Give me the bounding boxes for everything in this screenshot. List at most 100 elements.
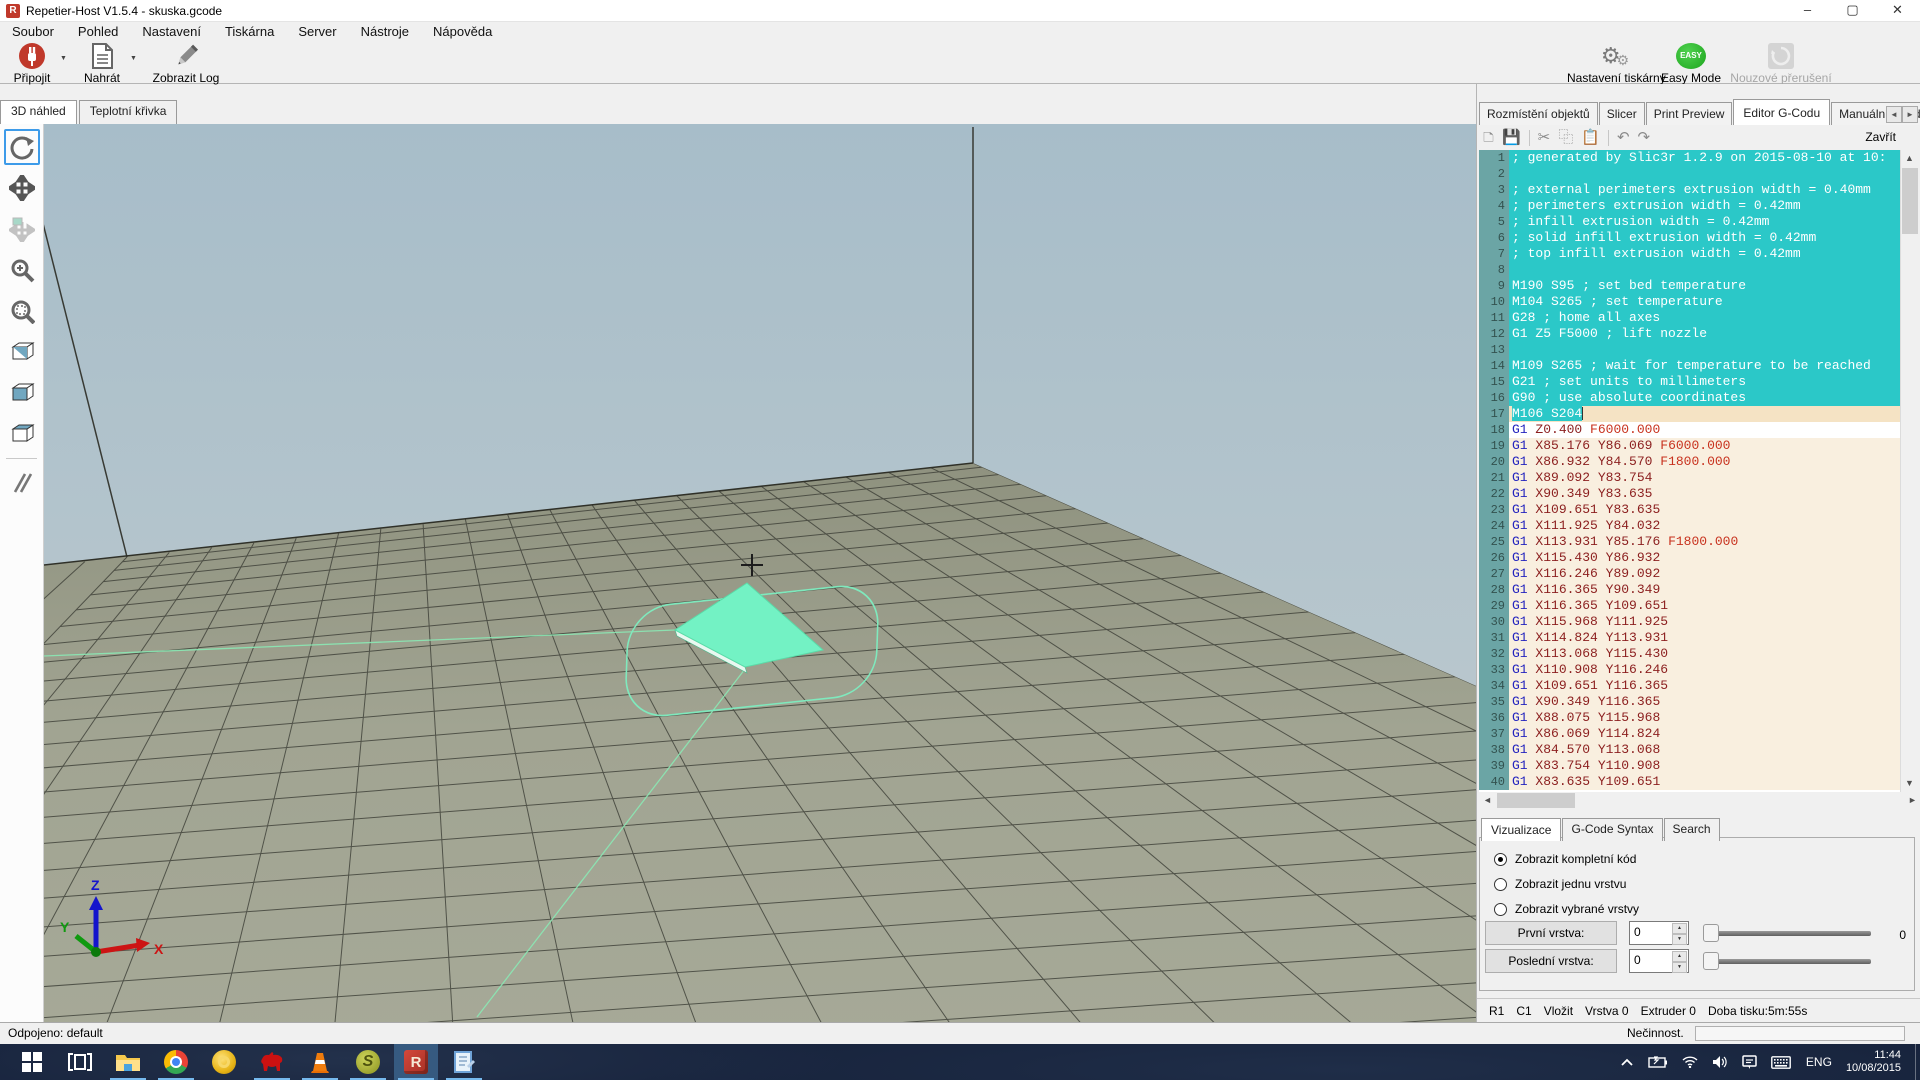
taskbar-red-dog-app[interactable] bbox=[250, 1044, 294, 1080]
action-center-icon[interactable] bbox=[1742, 1055, 1757, 1069]
gcode-line[interactable]: 14M109 S265 ; wait for temperature to be… bbox=[1479, 358, 1903, 374]
gcode-line[interactable]: 17M106 S204 bbox=[1479, 406, 1903, 422]
menu-item-pohled[interactable]: Pohled bbox=[66, 22, 130, 41]
taskbar-slic3r[interactable]: S bbox=[346, 1044, 390, 1080]
move-view-icon[interactable] bbox=[4, 170, 40, 206]
menu-item-tiskrna[interactable]: Tiskárna bbox=[213, 22, 286, 41]
taskbar-task-view[interactable] bbox=[58, 1044, 102, 1080]
gcode-line[interactable]: 15G21 ; set units to millimeters bbox=[1479, 374, 1903, 390]
gcode-line[interactable]: 12G1 Z5 F5000 ; lift nozzle bbox=[1479, 326, 1903, 342]
editor-vscrollbar[interactable]: ▲ ▼ bbox=[1900, 150, 1918, 792]
gcode-line[interactable]: 25G1 X113.931 Y85.176 F1800.000 bbox=[1479, 534, 1903, 550]
scroll-up-icon[interactable]: ▲ bbox=[1901, 150, 1918, 167]
gcode-line[interactable]: 19G1 X85.176 Y86.069 F6000.000 bbox=[1479, 438, 1903, 454]
volume-icon[interactable] bbox=[1712, 1055, 1728, 1069]
isometric-view-icon[interactable] bbox=[4, 334, 40, 370]
front-view-icon[interactable] bbox=[4, 375, 40, 411]
menu-item-npovda[interactable]: Nápověda bbox=[421, 22, 504, 41]
copy-icon[interactable]: ⿻ bbox=[1558, 128, 1573, 148]
tab-print-preview[interactable]: Print Preview bbox=[1646, 102, 1733, 125]
tab-3d-náhled[interactable]: 3D náhled bbox=[0, 100, 77, 124]
connect-dropdown[interactable]: ▼ bbox=[60, 55, 67, 62]
hscroll-thumb[interactable] bbox=[1497, 793, 1575, 808]
taskbar-repetier-host[interactable]: R bbox=[394, 1044, 438, 1080]
editor-close-button[interactable]: Zavřít bbox=[1865, 130, 1896, 144]
taskbar-file-explorer[interactable] bbox=[106, 1044, 150, 1080]
tab-scroll-right[interactable]: ► bbox=[1902, 106, 1918, 123]
spin-down-icon[interactable]: ▼ bbox=[1672, 934, 1687, 945]
undo-icon[interactable]: ↶ bbox=[1617, 128, 1630, 148]
parallel-projection-icon[interactable] bbox=[4, 465, 40, 501]
tab-scroll-left[interactable]: ◄ bbox=[1886, 106, 1902, 123]
zoom-in-icon[interactable] bbox=[4, 252, 40, 288]
spin-down-icon[interactable]: ▼ bbox=[1672, 962, 1687, 973]
gcode-line[interactable]: 35G1 X90.349 Y116.365 bbox=[1479, 694, 1903, 710]
gcode-line[interactable]: 24G1 X111.925 Y84.032 bbox=[1479, 518, 1903, 534]
spin-up-icon[interactable]: ▲ bbox=[1672, 951, 1687, 962]
menu-item-soubor[interactable]: Soubor bbox=[0, 22, 66, 41]
connect-button[interactable]: Připojit bbox=[6, 42, 58, 83]
gcode-line[interactable]: 9M190 S95 ; set bed temperature bbox=[1479, 278, 1903, 294]
rotate-view-icon[interactable] bbox=[4, 129, 40, 165]
radio-zobrazit-vybrané-vrstvy[interactable]: Zobrazit vybrané vrstvy bbox=[1494, 901, 1914, 917]
load-dropdown[interactable]: ▼ bbox=[130, 55, 137, 62]
minimize-button[interactable]: – bbox=[1785, 0, 1830, 22]
vscroll-thumb[interactable] bbox=[1902, 168, 1918, 234]
gcode-line[interactable]: 34G1 X109.651 Y116.365 bbox=[1479, 678, 1903, 694]
gcode-line[interactable]: 28G1 X116.365 Y90.349 bbox=[1479, 582, 1903, 598]
gcode-line[interactable]: 6; solid infill extrusion width = 0.42mm bbox=[1479, 230, 1903, 246]
redo-icon[interactable]: ↷ bbox=[1638, 128, 1651, 148]
battery-icon[interactable] bbox=[1648, 1056, 1668, 1068]
gcode-line[interactable]: 26G1 X115.430 Y86.932 bbox=[1479, 550, 1903, 566]
3d-canvas[interactable]: Z X Y bbox=[44, 124, 1476, 1022]
taskbar-chrome[interactable] bbox=[154, 1044, 198, 1080]
gcode-line[interactable]: 38G1 X84.570 Y113.068 bbox=[1479, 742, 1903, 758]
gcode-line[interactable]: 23G1 X109.651 Y83.635 bbox=[1479, 502, 1903, 518]
gcode-line[interactable]: 1; generated by Slic3r 1.2.9 on 2015-08-… bbox=[1479, 150, 1903, 166]
save-icon[interactable]: 💾 bbox=[1502, 128, 1521, 148]
gcode-line[interactable]: 20G1 X86.932 Y84.570 F1800.000 bbox=[1479, 454, 1903, 470]
keyboard-icon[interactable] bbox=[1771, 1056, 1791, 1069]
taskbar-notepad[interactable] bbox=[442, 1044, 486, 1080]
clock[interactable]: 11:44 10/08/2015 bbox=[1846, 1049, 1901, 1075]
maximize-button[interactable]: ▢ bbox=[1830, 0, 1875, 22]
last-layer-slider[interactable] bbox=[1703, 951, 1871, 971]
language-indicator[interactable]: ENG bbox=[1806, 1055, 1832, 1069]
gcode-line[interactable]: 8 bbox=[1479, 262, 1903, 278]
new-file-icon[interactable]: 🗅 bbox=[1483, 128, 1494, 148]
gcode-line[interactable]: 22G1 X90.349 Y83.635 bbox=[1479, 486, 1903, 502]
fit-view-icon[interactable] bbox=[4, 293, 40, 329]
taskbar-vlc[interactable] bbox=[298, 1044, 342, 1080]
tab-editor-g-codu[interactable]: Editor G-Codu bbox=[1733, 99, 1830, 125]
radio-zobrazit-kompletní-kód[interactable]: Zobrazit kompletní kód bbox=[1494, 851, 1914, 867]
last-layer-button[interactable]: Poslední vrstva: bbox=[1485, 949, 1617, 973]
first-layer-spinner[interactable]: 0 ▲▼ bbox=[1629, 921, 1689, 945]
gcode-editor[interactable]: 1; generated by Slic3r 1.2.9 on 2015-08-… bbox=[1479, 150, 1903, 792]
radio-button[interactable] bbox=[1494, 853, 1507, 866]
spin-up-icon[interactable]: ▲ bbox=[1672, 923, 1687, 934]
gcode-line[interactable]: 21G1 X89.092 Y83.754 bbox=[1479, 470, 1903, 486]
close-button[interactable]: ✕ bbox=[1875, 0, 1920, 22]
menu-item-nastaven[interactable]: Nastavení bbox=[130, 22, 213, 41]
first-layer-button[interactable]: První vrstva: bbox=[1485, 921, 1617, 945]
gcode-line[interactable]: 4; perimeters extrusion width = 0.42mm bbox=[1479, 198, 1903, 214]
gcode-line[interactable]: 11G28 ; home all axes bbox=[1479, 310, 1903, 326]
menu-item-server[interactable]: Server bbox=[286, 22, 348, 41]
taskbar-gold-app[interactable] bbox=[202, 1044, 246, 1080]
gcode-line[interactable]: 2 bbox=[1479, 166, 1903, 182]
3d-viewport[interactable]: Z X Y bbox=[0, 124, 1476, 1022]
tab-search[interactable]: Search bbox=[1664, 818, 1720, 841]
gcode-line[interactable]: 3; external perimeters extrusion width =… bbox=[1479, 182, 1903, 198]
top-view-icon[interactable] bbox=[4, 416, 40, 452]
tab-g-code-syntax[interactable]: G-Code Syntax bbox=[1562, 818, 1662, 841]
printer-settings-button[interactable]: ⚙⚙ Nastavení tiskárny bbox=[1567, 42, 1663, 83]
cut-icon[interactable]: ✂ bbox=[1538, 128, 1551, 148]
gcode-line[interactable]: 33G1 X110.908 Y116.246 bbox=[1479, 662, 1903, 678]
show-desktop-button[interactable] bbox=[1915, 1044, 1920, 1080]
gcode-line[interactable]: 31G1 X114.824 Y113.931 bbox=[1479, 630, 1903, 646]
paste-icon[interactable]: 📋 bbox=[1581, 128, 1600, 148]
gcode-line[interactable]: 36G1 X88.075 Y115.968 bbox=[1479, 710, 1903, 726]
gcode-line[interactable]: 5; infill extrusion width = 0.42mm bbox=[1479, 214, 1903, 230]
radio-zobrazit-jednu-vrstvu[interactable]: Zobrazit jednu vrstvu bbox=[1494, 876, 1914, 892]
gcode-line[interactable]: 30G1 X115.968 Y111.925 bbox=[1479, 614, 1903, 630]
